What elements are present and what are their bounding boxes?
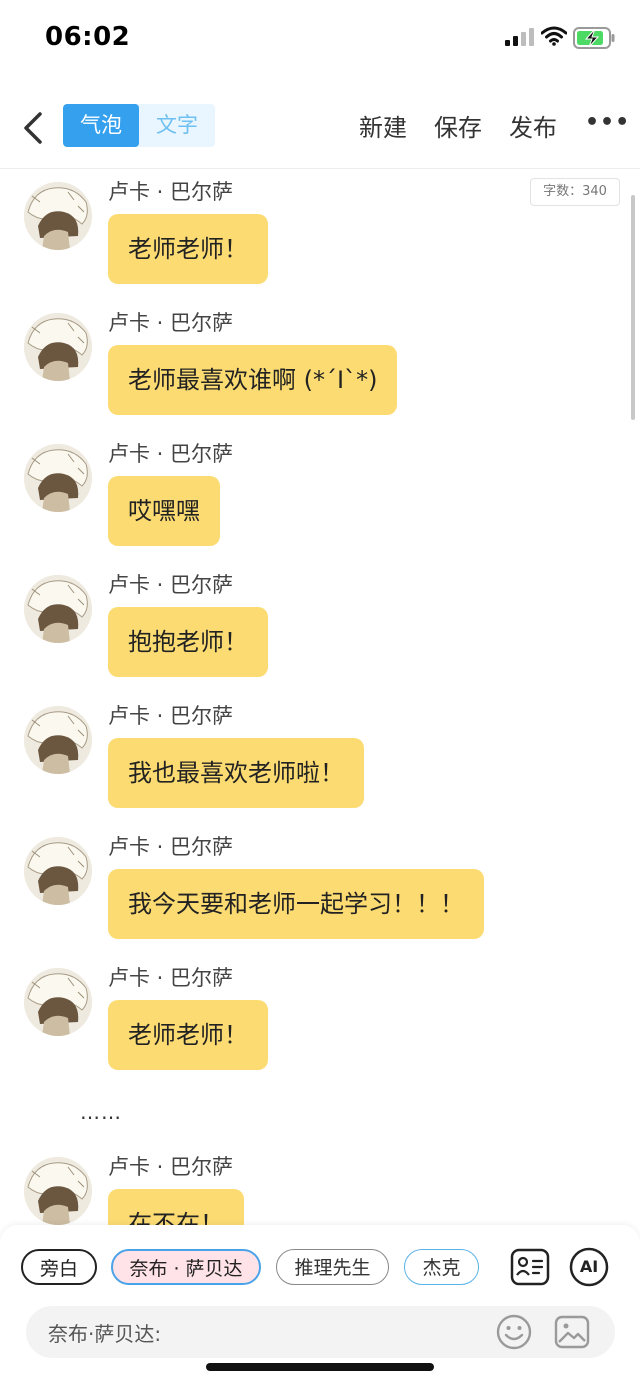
message-bubble[interactable]: 哎嘿嘿 [108, 476, 220, 546]
publish-button[interactable]: 发布 [509, 108, 557, 143]
sender-name: 卢卡 · 巴尔萨 [108, 180, 234, 204]
message-bubble[interactable]: 抱抱老师！ [108, 607, 268, 677]
avatar-image [24, 444, 92, 512]
avatar-image [24, 706, 92, 774]
avatar[interactable] [24, 706, 92, 774]
sender-name: 卢卡 · 巴尔萨 [108, 311, 234, 335]
sender-name: 卢卡 · 巴尔萨 [108, 966, 234, 990]
ai-label: AI [579, 1257, 599, 1276]
sender-name: 卢卡 · 巴尔萨 [108, 1155, 234, 1179]
message-row[interactable]: 卢卡 · 巴尔萨 哎嘿嘿 [0, 432, 640, 562]
image-icon[interactable] [553, 1313, 591, 1351]
message-bubble[interactable]: 我也最喜欢老师啦！ [108, 738, 364, 808]
tab-bubble[interactable]: 气泡 [63, 104, 139, 147]
sender-name: 卢卡 · 巴尔萨 [108, 573, 234, 597]
avatar[interactable] [24, 444, 92, 512]
message-row[interactable]: 卢卡 · 巴尔萨 抱抱老师！ [0, 563, 640, 693]
role-chip-jack[interactable]: 杰克 [404, 1249, 479, 1285]
avatar[interactable] [24, 575, 92, 643]
message-bubble[interactable]: 在不在！ [108, 1189, 244, 1225]
message-row[interactable]: 卢卡 · 巴尔萨 老师老师！ [0, 956, 640, 1086]
message-bubble[interactable]: 老师老师！ [108, 214, 268, 284]
avatar-image [24, 313, 92, 381]
role-chip-nabu-selected[interactable]: 奈布 · 萨贝达 [111, 1249, 261, 1285]
message-row[interactable]: 卢卡 · 巴尔萨 我也最喜欢老师啦！ [0, 694, 640, 824]
chat-area[interactable]: 字数：340 卢卡 · 巴尔萨 老师老师！ 卢卡 · 巴尔萨 老师最喜欢谁啊 (… [0, 170, 640, 1225]
status-bar: 06:02 [0, 0, 640, 80]
message-bubble[interactable]: 老师最喜欢谁啊 (*´I`*) [108, 345, 398, 415]
avatar-image [24, 575, 92, 643]
message-input[interactable]: 奈布·萨贝达: [26, 1306, 615, 1358]
home-indicator [206, 1363, 434, 1371]
message-row[interactable]: 卢卡 · 巴尔萨 我今天要和老师一起学习！！！ [0, 825, 640, 955]
battery-charging-icon [573, 27, 615, 49]
avatar-image [24, 182, 92, 250]
save-button[interactable]: 保存 [434, 108, 482, 143]
role-chip-narration[interactable]: 旁白 [21, 1249, 97, 1285]
avatar[interactable] [24, 1157, 92, 1225]
avatar-image [24, 837, 92, 905]
wifi-icon [541, 26, 567, 46]
narration-ellipsis[interactable]: …… [80, 1100, 122, 1124]
new-button[interactable]: 新建 [359, 108, 407, 143]
cellular-signal-icon [505, 28, 534, 46]
avatar-image [24, 968, 92, 1036]
message-row[interactable]: 卢卡 · 巴尔萨 在不在！ [0, 1145, 640, 1225]
avatar[interactable] [24, 968, 92, 1036]
sender-name: 卢卡 · 巴尔萨 [108, 442, 234, 466]
message-bubble[interactable]: 我今天要和老师一起学习！！！ [108, 869, 484, 939]
bottom-panel: 旁白 奈布 · 萨贝达 推理先生 杰克 AI 奈布·萨贝达: [0, 1225, 640, 1385]
sender-name: 卢卡 · 巴尔萨 [108, 835, 234, 859]
more-options-button[interactable]: ••• [585, 110, 629, 140]
character-card-icon[interactable] [510, 1247, 550, 1287]
nav-bar: 气泡 文字 新建 保存 发布 ••• [0, 98, 640, 169]
emoji-icon[interactable] [495, 1313, 533, 1351]
mode-toggle: 气泡 文字 [63, 104, 215, 147]
avatar[interactable] [24, 837, 92, 905]
back-arrow-icon[interactable] [18, 108, 48, 148]
avatar-image [24, 1157, 92, 1225]
message-bubble[interactable]: 老师老师！ [108, 1000, 268, 1070]
tab-text[interactable]: 文字 [139, 104, 215, 147]
message-row[interactable]: 卢卡 · 巴尔萨 老师老师！ [0, 170, 640, 300]
message-row[interactable]: 卢卡 · 巴尔萨 老师最喜欢谁啊 (*´I`*) [0, 301, 640, 431]
ai-button[interactable]: AI [569, 1247, 609, 1287]
status-time: 06:02 [45, 22, 131, 52]
input-prefix[interactable]: 奈布·萨贝达: [48, 1318, 161, 1347]
avatar[interactable] [24, 313, 92, 381]
sender-name: 卢卡 · 巴尔萨 [108, 704, 234, 728]
role-chip-detective[interactable]: 推理先生 [276, 1249, 389, 1285]
avatar[interactable] [24, 182, 92, 250]
